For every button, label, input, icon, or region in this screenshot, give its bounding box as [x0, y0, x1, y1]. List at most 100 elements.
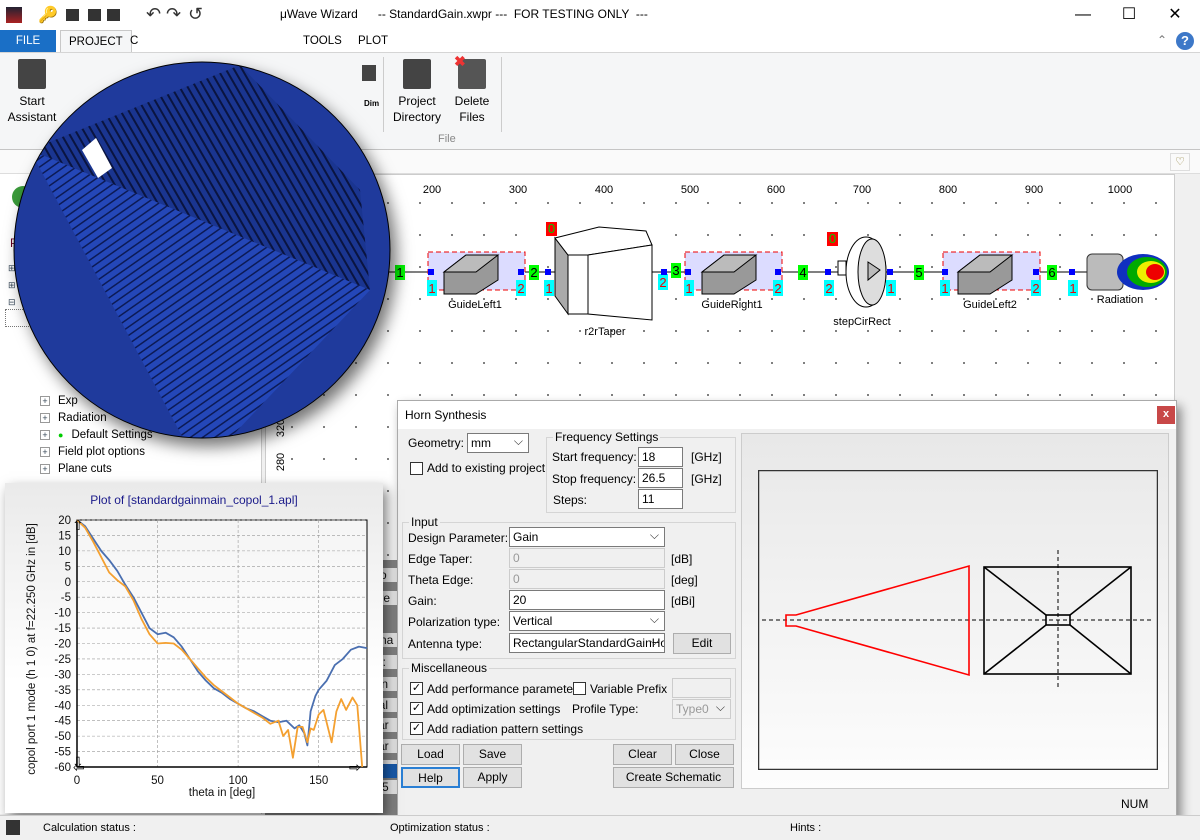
- load-button[interactable]: Load: [401, 744, 460, 765]
- input-group-title: Input: [409, 515, 440, 529]
- gain-label: Gain:: [408, 594, 437, 608]
- ruler-x-label: 300: [508, 184, 528, 196]
- gain-unit: [dBi]: [671, 594, 696, 608]
- axis-arrow-right-icon: ⇨: [349, 759, 361, 775]
- theta-edge-label: Theta Edge:: [408, 573, 474, 587]
- reset-icon[interactable]: ↺: [188, 4, 203, 25]
- variable-prefix-checkbox[interactable]: [573, 682, 586, 695]
- y-tick-label: -50: [54, 731, 71, 743]
- y-tick-label: -45: [54, 716, 71, 728]
- dialog-title: Horn Synthesis: [405, 408, 487, 422]
- x-tick-label: 150: [309, 775, 328, 787]
- frequency-settings-title: Frequency Settings: [553, 430, 661, 444]
- group-divider: [501, 57, 502, 132]
- dialog-title-bar: Horn Synthesis x: [398, 401, 1176, 429]
- steps-input[interactable]: 11: [638, 489, 683, 509]
- design-parameter-label: Design Parameter:: [408, 531, 509, 545]
- num-lock-indicator: NUM: [1121, 797, 1149, 811]
- y-tick-label: -55: [54, 747, 71, 759]
- edge-taper-label: Edge Taper:: [408, 552, 473, 566]
- ruler-x-label: 900: [1024, 184, 1044, 196]
- clear-button[interactable]: Clear: [613, 744, 672, 765]
- axis-arrow-up-icon: ⇧: [72, 517, 84, 533]
- ruler-x-label: 800: [938, 184, 958, 196]
- performance-parameters-checkbox[interactable]: ✓: [410, 682, 423, 695]
- hints-status: Hints :: [790, 822, 822, 834]
- maximize-button[interactable]: ☐: [1106, 0, 1152, 30]
- redo-icon[interactable]: ↷: [166, 4, 181, 25]
- antenna-type-select[interactable]: RectangularStandardGainHo: [509, 633, 665, 653]
- ruler-x-label: 200: [422, 184, 442, 196]
- create-schematic-button[interactable]: Create Schematic: [613, 767, 734, 788]
- ruler-x-label: 500: [680, 184, 700, 196]
- help-button[interactable]: Help: [401, 767, 460, 788]
- axis-arrow-left-icon: ⇦: [73, 759, 85, 775]
- tree-item-label: Plane cuts: [58, 463, 112, 475]
- y-tick-label: -15: [54, 623, 71, 635]
- close-window-button[interactable]: ✕: [1152, 0, 1198, 30]
- polarization-select[interactable]: Vertical: [509, 611, 665, 631]
- edit-button[interactable]: Edit: [673, 633, 731, 654]
- radiation-pattern-plot: Plot of [standardgainmain_copol_1.apl] c…: [5, 483, 383, 813]
- minimize-button[interactable]: —: [1060, 0, 1106, 30]
- profile-type-select[interactable]: Type0: [672, 699, 731, 719]
- stop-frequency-unit: [GHz]: [691, 472, 722, 486]
- close-button[interactable]: Close: [675, 744, 734, 765]
- geometry-select[interactable]: mm: [467, 433, 529, 453]
- profile-type-label: Profile Type:: [572, 702, 639, 716]
- edge-taper-unit: [dB]: [671, 552, 693, 566]
- y-tick-label: -60: [54, 762, 71, 774]
- gain-input[interactable]: 20: [509, 590, 665, 610]
- undo-icon[interactable]: ↶: [146, 4, 161, 25]
- y-tick-label: 5: [65, 561, 71, 573]
- ruler-x-label: 400: [594, 184, 614, 196]
- tree-item-plane-cuts[interactable]: + Plane cuts: [40, 463, 112, 475]
- y-tick-label: -30: [54, 669, 71, 681]
- plot-canvas[interactable]: 20151050-5-10-15-20-25-30-35-40-45-50-55…: [5, 483, 383, 813]
- y-tick-label: 15: [58, 530, 71, 542]
- window-title: μWave Wizard -- StandardGain.xwpr --- FO…: [280, 7, 648, 21]
- horn-synthesis-dialog: Horn Synthesis x Geometry: mm Add to exi…: [397, 400, 1177, 820]
- x-tick-label: 50: [151, 775, 164, 787]
- help-icon[interactable]: ?: [1176, 32, 1194, 50]
- design-parameter-select[interactable]: Gain: [509, 527, 665, 547]
- profile-type-value: Type0: [676, 702, 709, 716]
- key-icon[interactable]: 🔑: [38, 5, 58, 25]
- add-existing-checkbox[interactable]: [410, 462, 423, 475]
- ruler-x-label: 600: [766, 184, 786, 196]
- theta-edge-input[interactable]: 0: [509, 569, 665, 589]
- log-save-icon[interactable]: [6, 820, 20, 835]
- y-tick-label: -40: [54, 700, 71, 712]
- polarization-value: Vertical: [513, 614, 553, 628]
- open-folder-icon[interactable]: [66, 9, 79, 21]
- y-tick-label: -10: [54, 608, 71, 620]
- save-icon[interactable]: [88, 9, 101, 21]
- geometry-value: mm: [471, 436, 491, 450]
- add-existing-label: Add to existing project: [427, 461, 546, 475]
- horn-preview-panel: [741, 433, 1169, 789]
- folder-icon[interactable]: [107, 9, 120, 21]
- geometry-label: Geometry:: [408, 436, 465, 450]
- start-frequency-label: Start frequency:: [552, 450, 637, 464]
- dialog-close-button[interactable]: x: [1157, 406, 1175, 424]
- apply-button[interactable]: Apply: [463, 767, 522, 788]
- radiation-pattern-label: Add radiation pattern settings: [427, 722, 584, 736]
- start-frequency-input[interactable]: 18: [638, 447, 683, 467]
- collapse-ribbon-icon[interactable]: ⌃: [1157, 33, 1167, 47]
- calculation-status: Calculation status :: [43, 822, 136, 834]
- delete-files-button[interactable]: ✖ Delete Files: [448, 53, 496, 125]
- performance-parameters-label: Add performance parameters: [427, 682, 584, 696]
- radiation-pattern-checkbox[interactable]: ✓: [410, 722, 423, 735]
- stop-frequency-input[interactable]: 26.5: [638, 468, 683, 488]
- favorites-heart-button[interactable]: ♡: [1170, 153, 1190, 171]
- optimization-settings-checkbox[interactable]: ✓: [410, 702, 423, 715]
- horn-3d-view: [13, 61, 391, 439]
- delete-files-icon: ✖: [454, 53, 486, 89]
- group-label-file: File: [438, 133, 456, 145]
- y-tick-label: -25: [54, 654, 71, 666]
- y-tick-label: -35: [54, 685, 71, 697]
- variable-prefix-input[interactable]: [672, 678, 731, 698]
- save-button[interactable]: Save: [463, 744, 522, 765]
- x-tick-label: 100: [229, 775, 248, 787]
- edge-taper-input[interactable]: 0: [509, 548, 665, 568]
